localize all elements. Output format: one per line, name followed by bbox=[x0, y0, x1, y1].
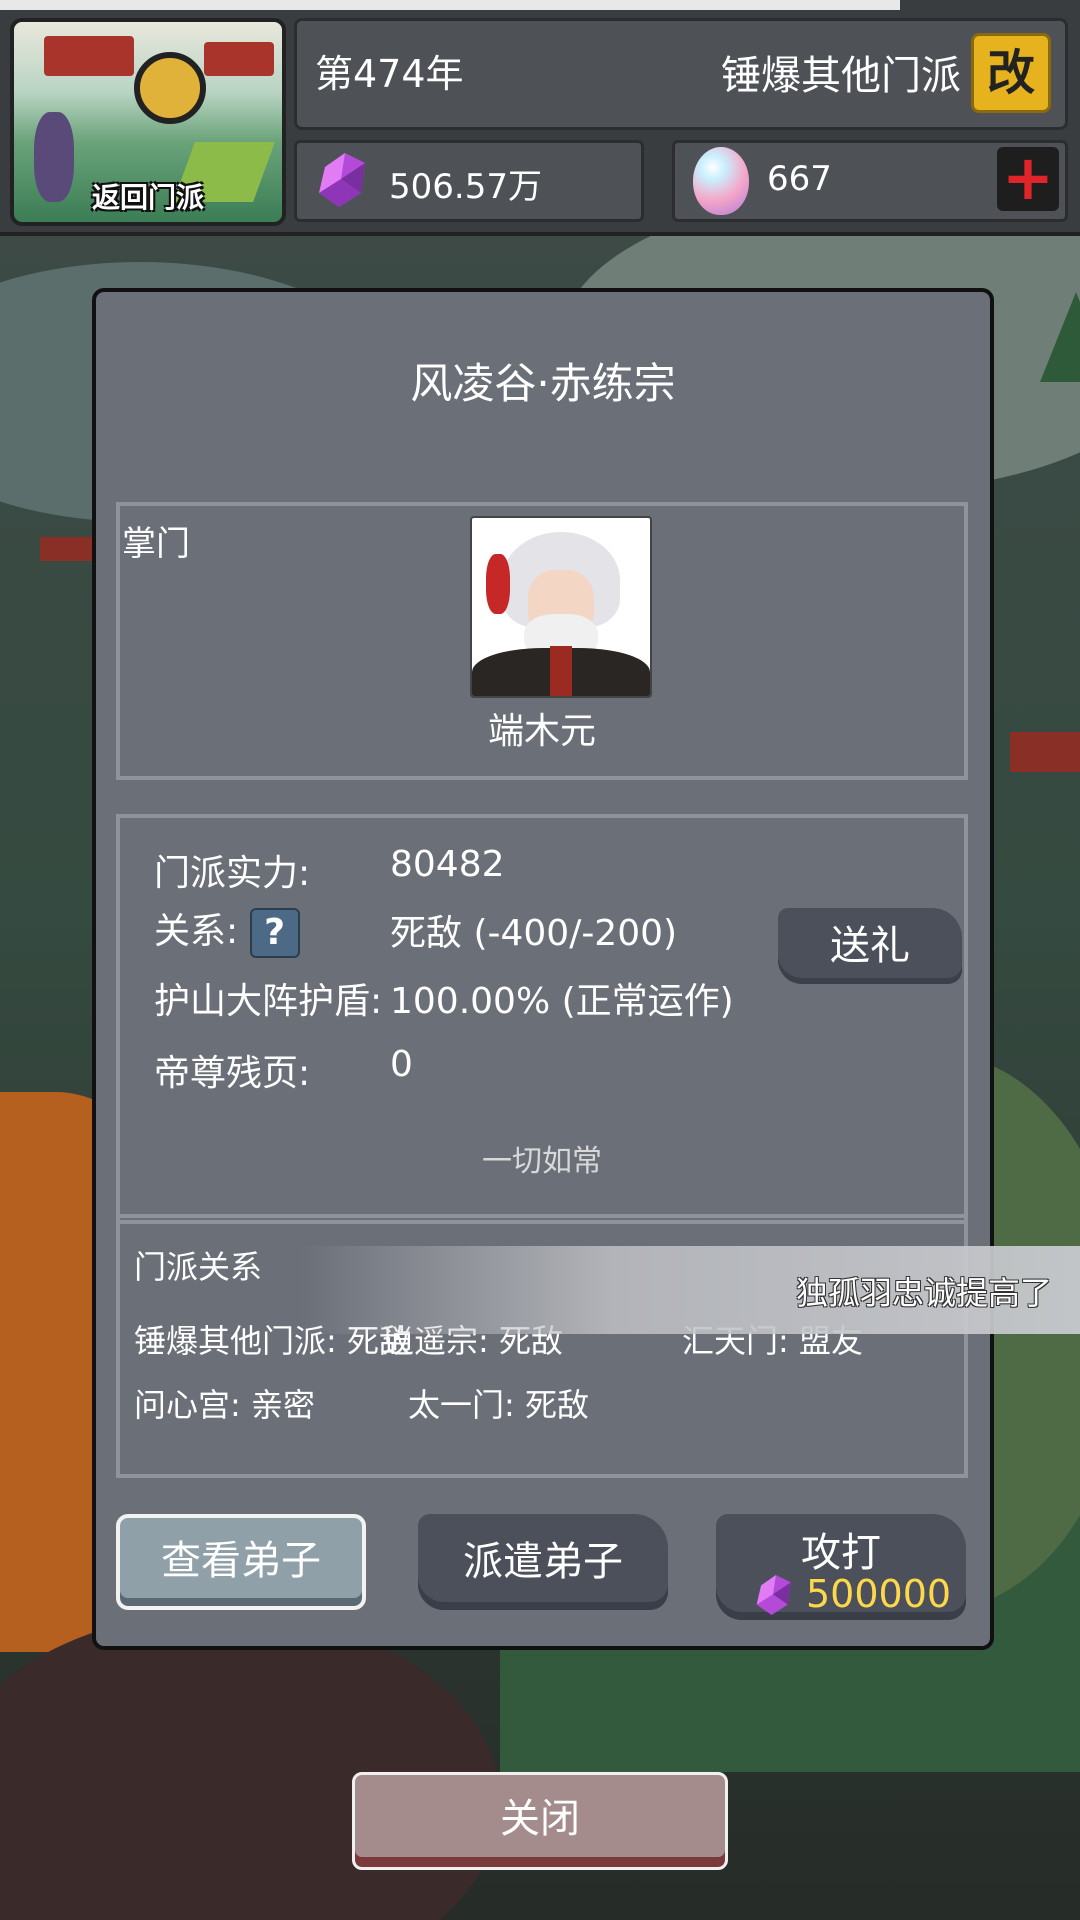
sect-roof-art-2 bbox=[204, 42, 274, 76]
sect-emblem-icon bbox=[134, 52, 206, 124]
spirit-stone-counter: 506.57万 bbox=[294, 140, 644, 222]
return-to-sect-label: 返回门派 bbox=[91, 181, 204, 214]
bg-tree bbox=[1040, 292, 1080, 382]
sect-roof-art bbox=[44, 36, 134, 76]
toast-notification: 独孤羽忠诚提高了 bbox=[300, 1246, 1080, 1334]
relation-item: 太一门: 死敌 bbox=[408, 1386, 589, 1424]
gem-value: 667 bbox=[767, 159, 832, 199]
portrait-collar bbox=[550, 646, 572, 696]
shield-value: 100.00% (正常运作) bbox=[390, 981, 734, 1022]
sect-info-panel: 第474年 锤爆其他门派 改 bbox=[294, 18, 1068, 130]
dispatch-disciples-button[interactable]: 派遣弟子 bbox=[418, 1514, 668, 1610]
close-button[interactable]: 关闭 bbox=[352, 1772, 728, 1870]
send-gift-button[interactable]: 送礼 bbox=[778, 908, 962, 984]
purple-crystal-icon bbox=[756, 1574, 791, 1616]
spirit-egg-icon bbox=[693, 147, 749, 215]
emperor-pages-label: 帝尊残页: bbox=[154, 1053, 311, 1094]
game-year: 第474年 bbox=[315, 52, 464, 96]
relation-help-button[interactable]: ? bbox=[249, 908, 300, 958]
status-note: 一切如常 bbox=[482, 1144, 602, 1179]
rename-sect-button[interactable]: 改 bbox=[971, 33, 1051, 113]
attack-label: 攻打 bbox=[801, 1530, 881, 1576]
portrait-ribbon bbox=[486, 554, 510, 614]
relation-row: 关系: ? bbox=[154, 902, 300, 958]
bg-gate bbox=[1010, 732, 1080, 772]
top-progress-strip bbox=[0, 0, 900, 10]
add-gems-button[interactable]: + bbox=[997, 147, 1059, 211]
shield-label: 护山大阵护盾: bbox=[154, 981, 383, 1022]
emperor-pages-value: 0 bbox=[390, 1044, 413, 1085]
bg-cave bbox=[0, 1612, 500, 1920]
top-hud: 返回门派 第474年 锤爆其他门派 改 506.57万 667 + bbox=[0, 0, 1080, 236]
attack-button[interactable]: 攻打 500000 bbox=[716, 1514, 966, 1620]
relations-section-label: 门派关系 bbox=[134, 1248, 263, 1286]
attack-cost: 500000 bbox=[806, 1572, 952, 1616]
relation-value: 死敌 (-400/-200) bbox=[390, 913, 678, 954]
return-to-sect-button[interactable]: 返回门派 bbox=[10, 18, 286, 226]
sect-detail-dialog: 风凌谷·赤练宗 掌门 端木元 门派实力: 80482 关系: ? 死敌 (-40… bbox=[92, 288, 994, 1650]
power-label: 门派实力: bbox=[154, 853, 311, 894]
leader-portrait[interactable] bbox=[470, 516, 652, 698]
stats-section: 门派实力: 80482 关系: ? 死敌 (-400/-200) 护山大阵护盾:… bbox=[116, 814, 968, 1224]
player-sect-name: 锤爆其他门派 bbox=[721, 53, 961, 99]
leader-section-label: 掌门 bbox=[122, 524, 190, 564]
relation-item: 问心宫: 亲密 bbox=[134, 1386, 315, 1424]
toast-message: 独孤羽忠诚提高了 bbox=[795, 1274, 1052, 1312]
power-value: 80482 bbox=[390, 844, 505, 885]
relation-label: 关系: bbox=[154, 911, 239, 952]
gem-counter: 667 + bbox=[672, 140, 1068, 222]
view-disciples-button[interactable]: 查看弟子 bbox=[116, 1514, 366, 1610]
purple-crystal-icon bbox=[319, 153, 365, 207]
leader-name: 端木元 bbox=[487, 711, 596, 752]
dialog-title: 风凌谷·赤练宗 bbox=[410, 359, 676, 408]
leader-section: 掌门 端木元 bbox=[116, 502, 968, 780]
spirit-stone-value: 506.57万 bbox=[389, 167, 542, 207]
